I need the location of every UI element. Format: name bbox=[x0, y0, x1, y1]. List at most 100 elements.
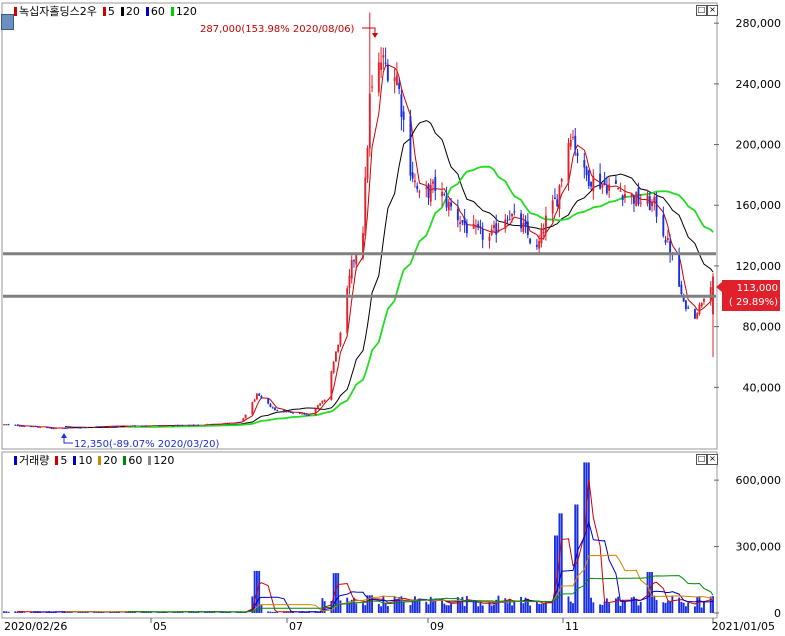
y-tick-label: 80,000 bbox=[743, 321, 782, 334]
volume-bar bbox=[23, 612, 26, 613]
candle-body bbox=[54, 428, 57, 430]
volume-bar bbox=[653, 595, 656, 613]
volume-panel-close-icon[interactable]: × bbox=[707, 454, 718, 465]
candle-body bbox=[235, 422, 238, 424]
candle-body bbox=[127, 426, 130, 428]
candle-body bbox=[481, 228, 484, 240]
candle-body bbox=[569, 139, 572, 147]
volume-bar bbox=[269, 611, 272, 613]
candle-body bbox=[95, 426, 98, 428]
volume-bar bbox=[481, 605, 484, 613]
volume-bar bbox=[619, 605, 622, 613]
candle-body bbox=[206, 424, 209, 426]
candle-body bbox=[583, 160, 586, 168]
volume-bar bbox=[474, 601, 477, 613]
volume-bar bbox=[393, 596, 396, 613]
volume-bar bbox=[271, 611, 274, 613]
candle-body bbox=[276, 410, 279, 412]
candle-body bbox=[630, 193, 633, 197]
candle-body bbox=[86, 427, 89, 429]
candle-body bbox=[619, 190, 622, 192]
volume-bar bbox=[696, 597, 699, 613]
candle-body bbox=[161, 425, 164, 427]
candle-body bbox=[323, 399, 326, 402]
legend-item: 5 bbox=[102, 5, 118, 18]
candle-body bbox=[535, 244, 538, 247]
candle-body bbox=[664, 239, 667, 243]
candle-body bbox=[434, 176, 437, 191]
volume-bar bbox=[671, 595, 674, 613]
candle-body bbox=[237, 421, 240, 423]
candle-body bbox=[488, 236, 491, 241]
candle-body bbox=[456, 208, 459, 221]
price-panel-close-icon[interactable]: × bbox=[707, 5, 718, 16]
candle-body bbox=[542, 232, 545, 234]
volume-panel-maximize-icon[interactable]: □ bbox=[696, 454, 707, 465]
legend-marker bbox=[98, 456, 102, 465]
candle-body bbox=[463, 217, 466, 226]
volume-bar bbox=[364, 605, 367, 613]
candle-body bbox=[102, 426, 105, 428]
candle-body bbox=[70, 427, 73, 429]
volume-bar bbox=[639, 601, 642, 613]
candle-body bbox=[111, 425, 114, 427]
candle-body bbox=[301, 413, 303, 415]
volume-bar bbox=[443, 603, 446, 613]
volume-y-axis: 600,000 300,000 0 bbox=[714, 474, 781, 620]
volume-bar bbox=[655, 599, 658, 613]
candle-body bbox=[255, 393, 258, 400]
volume-bar bbox=[601, 605, 604, 613]
candle-body bbox=[190, 424, 193, 426]
y-tick-label: 240,000 bbox=[736, 78, 782, 91]
max-price-label: 287,000(153.98% 2020/08/06) bbox=[200, 24, 355, 35]
candle-body bbox=[633, 195, 635, 204]
legend-item: 거래량 bbox=[14, 454, 52, 467]
legend-label: 5 bbox=[60, 454, 68, 467]
volume-bar bbox=[267, 611, 270, 613]
candle-body bbox=[163, 425, 166, 427]
volume-bar bbox=[646, 572, 649, 613]
volume-bar bbox=[382, 596, 385, 613]
volume-bar bbox=[493, 604, 495, 613]
volume-bar bbox=[339, 600, 342, 613]
volume-bar bbox=[540, 603, 543, 613]
candle-body bbox=[339, 332, 342, 346]
candle-body bbox=[84, 427, 87, 429]
volume-bar bbox=[346, 597, 349, 613]
candle-body bbox=[687, 307, 690, 309]
volume-bar bbox=[456, 597, 459, 613]
candle-body bbox=[140, 425, 143, 427]
candle-body bbox=[222, 423, 224, 425]
x-tick-label: 09 bbox=[430, 620, 444, 633]
volume-bar bbox=[95, 612, 98, 613]
candle-body bbox=[461, 220, 464, 223]
legend-label: 60 bbox=[128, 454, 143, 467]
price-panel-maximize-icon[interactable]: □ bbox=[696, 5, 707, 16]
candle-body bbox=[115, 426, 118, 428]
candle-body bbox=[271, 407, 274, 409]
volume-bar bbox=[355, 603, 358, 613]
volume-bar bbox=[477, 606, 480, 613]
legend-item: 10 bbox=[73, 454, 95, 467]
candle-body bbox=[197, 424, 200, 426]
candle-body bbox=[409, 116, 412, 176]
volume-bar bbox=[395, 599, 398, 613]
candle-body bbox=[572, 136, 574, 138]
candle-body bbox=[576, 152, 579, 156]
candle-body bbox=[445, 196, 448, 208]
volume-bar bbox=[520, 596, 523, 613]
current-price-change: ( 29.89%) bbox=[729, 297, 778, 308]
candle-body bbox=[639, 202, 642, 204]
volume-bar bbox=[682, 602, 685, 613]
candle-body bbox=[414, 180, 416, 183]
volume-bar bbox=[585, 462, 588, 613]
panel-config-icon[interactable] bbox=[1, 14, 14, 30]
candle-body bbox=[204, 424, 206, 426]
candle-body bbox=[213, 424, 215, 426]
volume-bar bbox=[298, 612, 301, 613]
candle-body bbox=[684, 300, 687, 309]
legend-marker bbox=[120, 7, 124, 16]
volume-bar bbox=[680, 601, 683, 613]
candle-body bbox=[599, 173, 602, 189]
volume-bar bbox=[700, 607, 703, 613]
